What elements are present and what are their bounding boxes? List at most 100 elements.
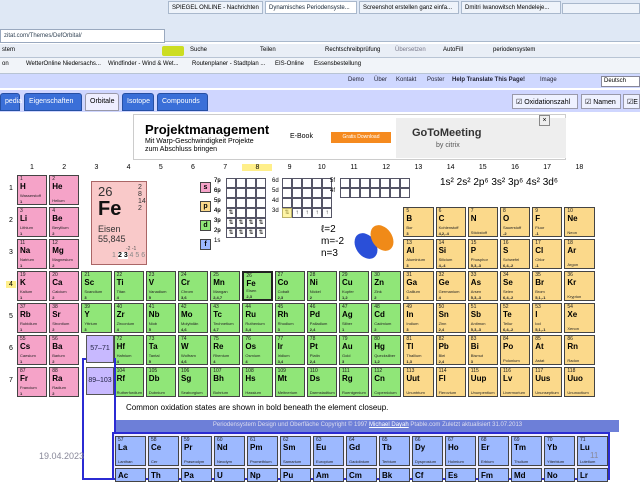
tab-isotopes[interactable]: Isotope	[122, 93, 154, 111]
group-number-4[interactable]: 4	[114, 164, 144, 171]
toolbar-search-term[interactable]: periodensystem	[493, 47, 535, 53]
bookmark-0[interactable]: on	[2, 61, 9, 67]
group-number-7[interactable]: 7	[210, 164, 240, 171]
element-re[interactable]: 75 Re Rhenium 4	[210, 335, 241, 365]
checkbox-oxidation[interactable]: ☑ Oxidationszahl	[512, 94, 578, 109]
element-lv[interactable]: 116 Lv Livermorium	[500, 367, 531, 397]
element-mo[interactable]: 42 Mo Molybdän 4,6	[178, 303, 209, 333]
element-rf[interactable]: 104 Rf Rutherfordium	[113, 367, 144, 397]
element-ni[interactable]: 28 Ni Nickel 2	[306, 271, 337, 301]
element-ti[interactable]: 22 Ti Titan 4	[113, 271, 144, 301]
element-db[interactable]: 105 Db Dubnium	[145, 367, 176, 397]
element-ba[interactable]: 56 Ba Barium 2	[49, 335, 80, 365]
orbital-s-label[interactable]: s	[200, 182, 211, 193]
group-number-15[interactable]: 15	[468, 164, 498, 171]
address-bar[interactable]: zitat.com/Themes/DefOrbital/	[0, 29, 165, 43]
element-rh[interactable]: 45 Rh Rhodium 3	[274, 303, 305, 333]
element-zn[interactable]: 30 Zn Zink 2	[371, 271, 402, 301]
orbital-f-label[interactable]: f	[200, 239, 211, 250]
orbital-d-label[interactable]: d	[200, 220, 211, 231]
element-s[interactable]: 16 S Schwefel 6,4,-2	[500, 239, 531, 269]
element-na[interactable]: 11 Na Natrium 1	[17, 239, 48, 269]
advertisement-banner[interactable]: Projektmanagement Mit Warp-Geschwindigke…	[133, 114, 566, 160]
link-poster[interactable]: Poster	[427, 77, 444, 83]
element-kr[interactable]: 36 Kr Krypton	[564, 271, 595, 301]
element-v[interactable]: 23 V Vanadium 5	[145, 271, 176, 301]
element-rg[interactable]: 111 Rg Roentgenium	[339, 367, 370, 397]
element-cn[interactable]: 112 Cn Copernicium	[371, 367, 402, 397]
element-xe[interactable]: 54 Xe Xenon	[564, 303, 595, 333]
element-rb[interactable]: 37 Rb Rubidium 1	[17, 303, 48, 333]
lanthanide-dy[interactable]: 66 Dy Dysprosium	[412, 436, 443, 466]
element-k[interactable]: 19 K Kalium 1	[17, 271, 48, 301]
element-c[interactable]: 6 C Kohlenstoff 4,2,-4	[435, 207, 466, 237]
group-number-8[interactable]: 8	[242, 164, 273, 171]
element-bh[interactable]: 107 Bh Bohrium	[210, 367, 241, 397]
element-hf[interactable]: 72 Hf Hafnium 4	[113, 335, 144, 365]
lanthanide-la[interactable]: 57 La Lanthan	[115, 436, 146, 466]
toolbar-share[interactable]: Teilen	[260, 47, 276, 53]
group-number-13[interactable]: 13	[403, 164, 433, 171]
group-number-2[interactable]: 2	[49, 164, 79, 171]
checkbox-e[interactable]: ☑E	[623, 94, 640, 109]
element-fl[interactable]: 114 Fl Flerovium	[435, 367, 466, 397]
element-li[interactable]: 3 Li Lithium 1	[17, 207, 48, 237]
toolbar-search[interactable]: Suche	[190, 47, 207, 53]
lanthanide-tb[interactable]: 65 Tb Terbium	[379, 436, 410, 466]
element-o[interactable]: 8 O Sauerstoff -2	[500, 207, 531, 237]
group-number-10[interactable]: 10	[307, 164, 337, 171]
tab-compounds[interactable]: Compounds	[157, 93, 208, 111]
period-number-3[interactable]: 3	[6, 249, 16, 256]
group-number-6[interactable]: 6	[178, 164, 208, 171]
element-po[interactable]: 84 Po Polonium	[500, 335, 531, 365]
element-b[interactable]: 5 B Bor 3	[403, 207, 434, 237]
lanthanide-placeholder[interactable]: 57–71	[86, 335, 114, 363]
element-uuo[interactable]: 118 Uuo Ununoctium	[564, 367, 595, 397]
element-as[interactable]: 33 As Arsen 5,3,-3	[467, 271, 498, 301]
period-number-7[interactable]: 7	[6, 377, 16, 384]
element-tl[interactable]: 81 Tl Thallium 1,3	[403, 335, 434, 365]
lanthanide-ce[interactable]: 58 Ce Cer	[148, 436, 179, 466]
element-mt[interactable]: 109 Mt Meitnerium	[274, 367, 305, 397]
group-number-17[interactable]: 17	[532, 164, 562, 171]
period-number-6[interactable]: 6	[6, 345, 16, 352]
browser-tab-1[interactable]: SPIEGEL ONLINE - Nachrichten	[168, 1, 263, 14]
link-about[interactable]: Über	[374, 77, 387, 83]
browser-tab-2[interactable]: Dynamisches Periodensyste...	[265, 1, 357, 14]
element-ru[interactable]: 44 Ru Ruthenium 3,4	[242, 303, 273, 333]
period-number-5[interactable]: 5	[6, 313, 16, 320]
element-fr[interactable]: 87 Fr Francium 1	[17, 367, 48, 397]
group-number-14[interactable]: 14	[436, 164, 466, 171]
tab-orbitals[interactable]: Orbitale	[85, 93, 119, 111]
group-number-18[interactable]: 18	[564, 164, 594, 171]
close-icon[interactable]: ×	[539, 115, 550, 126]
tab-wikipedia[interactable]: pedia	[0, 93, 22, 111]
group-number-11[interactable]: 11	[339, 164, 369, 171]
lanthanide-sm[interactable]: 62 Sm Samarium	[280, 436, 311, 466]
element-hg[interactable]: 80 Hg Quecksilber 1,2	[371, 335, 402, 365]
element-cl[interactable]: 17 Cl Chlor -1	[532, 239, 563, 269]
element-sc[interactable]: 21 Sc Scandium 3	[81, 271, 112, 301]
tab-properties[interactable]: Eigenschaften	[24, 93, 82, 111]
element-ds[interactable]: 110 Ds Darmstadtium	[306, 367, 337, 397]
bookmark-1[interactable]: WetterOnline Niedersachs...	[26, 61, 101, 67]
element-tc[interactable]: 43 Tc Technetium 4,7	[210, 303, 241, 333]
element-sn[interactable]: 50 Sn Zinn 2,4	[435, 303, 466, 333]
orbital-p-label[interactable]: p	[200, 201, 211, 212]
element-al[interactable]: 13 Al Aluminium 3	[403, 239, 434, 269]
element-nb[interactable]: 41 Nb Niob 5	[145, 303, 176, 333]
element-hs[interactable]: 108 Hs Hassium	[242, 367, 273, 397]
bookmark-3[interactable]: Routenplaner - Stadtplan ...	[192, 61, 265, 67]
element-uut[interactable]: 113 Uut Ununtrium	[403, 367, 434, 397]
element-au[interactable]: 79 Au Gold 3	[339, 335, 370, 365]
element-n[interactable]: 7 N Stickstoff	[467, 207, 498, 237]
group-number-1[interactable]: 1	[17, 164, 47, 171]
lanthanide-nd[interactable]: 60 Nd Neodym	[214, 436, 245, 466]
lanthanide-pr[interactable]: 59 Pr Praseodym	[181, 436, 212, 466]
element-he[interactable]: 2 He Helium	[49, 175, 80, 205]
lanthanide-gd[interactable]: 64 Gd Gadolinium	[346, 436, 377, 466]
group-number-9[interactable]: 9	[275, 164, 305, 171]
element-cu[interactable]: 29 Cu Kupfer 1,2	[339, 271, 370, 301]
ad-download-button[interactable]: Gratis Download	[331, 132, 391, 143]
element-ga[interactable]: 31 Ga Gallium 3	[403, 271, 434, 301]
